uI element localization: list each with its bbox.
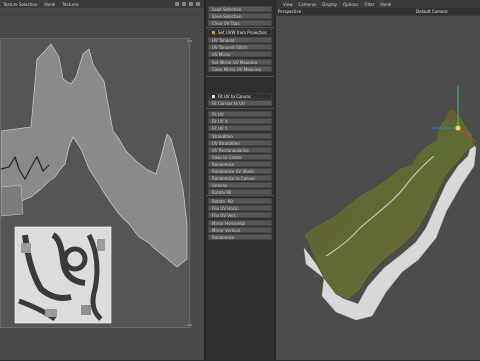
command-item-label: UV Tangent: [212, 37, 235, 43]
uv-tile-pattern-2: [45, 309, 57, 317]
command-item-label: Randomize: [212, 161, 235, 167]
command-item-label: Unwrap: [212, 182, 228, 188]
uv-menu-texture-selection[interactable]: Texture Selection: [3, 2, 37, 7]
uv-tile-pattern-1: [21, 243, 31, 253]
command-item[interactable]: UV Mirror: [208, 51, 272, 57]
viewport-3d-area[interactable]: [276, 16, 480, 360]
viewport-menubar: View Cameras Display Options Filter Pane…: [276, 0, 480, 8]
vp-menu-panel[interactable]: Panel: [380, 2, 391, 7]
uv-tile-pattern-3: [81, 305, 91, 315]
viewport-panel: View Cameras Display Options Filter Pane…: [276, 0, 480, 360]
command-item-label: Flip UV Horiz.: [212, 205, 239, 211]
command-item-label: Mirror Vertical: [212, 227, 241, 233]
command-item[interactable]: Fit Canvas to UV: [208, 100, 272, 106]
command-item-label: Flip UV Vert.: [212, 212, 237, 218]
command-item[interactable]: Fit UV X: [208, 118, 272, 124]
command-item-label: Rotate -90: [212, 198, 233, 204]
command-item[interactable]: Clear Mirror UV Mapping: [208, 66, 272, 72]
command-item[interactable]: Randomize: [208, 234, 272, 240]
command-separator: [206, 108, 274, 109]
vp-menu-options[interactable]: Options: [343, 2, 358, 7]
command-item-label: Clear Mirror UV Mapping: [212, 66, 261, 72]
command-item-label: Randomize UV Shells: [212, 168, 255, 174]
command-item-label: UV Tangent Stitch: [212, 44, 248, 50]
command-item[interactable]: Straighten: [208, 133, 272, 139]
command-item[interactable]: Randomize: [208, 161, 272, 167]
fit-icon: [212, 94, 215, 98]
viewport-mode-label: Perspective: [278, 9, 302, 14]
command-separator: [206, 76, 274, 77]
command-item-label: Fit Canvas to UV: [212, 100, 245, 106]
uv-menu-panel[interactable]: Panel: [44, 2, 55, 7]
vp-menu-display[interactable]: Display: [322, 2, 337, 7]
maximize-icon[interactable]: [196, 2, 200, 6]
command-separator: [206, 195, 274, 196]
command-item[interactable]: Fit UV to Canvas: [208, 93, 272, 99]
command-item-label: Clear UV Tags: [212, 20, 240, 26]
command-item-label: Set Mirror UV Mapping: [212, 59, 257, 65]
command-item-label: Fit UV Y: [212, 125, 228, 131]
command-item[interactable]: Flip UV Vert.: [208, 212, 272, 218]
terrain-top-knob: [443, 107, 459, 121]
command-item-label: Fit UV X: [212, 118, 228, 124]
command-item[interactable]: Set UVW from Projection: [208, 29, 272, 35]
command-item-label: Fit UV to Canvas: [218, 93, 251, 99]
uv-menu-textures[interactable]: Textures: [62, 2, 79, 7]
command-item-label: Fit UV: [212, 111, 224, 117]
command-item-label: Randomize to Canvas: [212, 175, 256, 181]
move-icon[interactable]: [175, 2, 179, 6]
command-separator: [206, 27, 274, 28]
command-item[interactable]: UV Tangent Stitch: [208, 44, 272, 50]
command-item-label: Straighten: [212, 133, 233, 139]
uv-layout-graphic: [0, 43, 188, 324]
command-item[interactable]: Randomize UV Shells: [208, 168, 272, 174]
command-item-label: Rotate 90: [212, 189, 232, 195]
command-item[interactable]: Save Selection: [208, 13, 272, 19]
command-item[interactable]: UV Tangent: [208, 37, 272, 43]
vp-menu-cameras[interactable]: Cameras: [299, 2, 317, 7]
command-item[interactable]: Randomize to Canvas: [208, 175, 272, 181]
uv-ruler-top-label: 1.0: [187, 39, 192, 43]
command-item-label: Align to Center: [212, 154, 243, 160]
command-item-label: Load Selection: [212, 6, 242, 12]
uv-canvas[interactable]: [0, 38, 190, 328]
uv-ruler-bottom-label: 1.0: [187, 323, 192, 327]
command-item[interactable]: Mirror Vertical: [208, 227, 272, 233]
uv-tile-pattern-4: [97, 239, 105, 251]
command-item[interactable]: Load Selection: [208, 6, 272, 12]
command-item-label: Mirror Horizontal: [212, 220, 246, 226]
command-item-label: Save Selection: [212, 13, 242, 19]
gizmo-center: [455, 125, 461, 131]
command-item[interactable]: Align to Center: [208, 154, 272, 160]
command-item[interactable]: Flip UV Horiz.: [208, 205, 272, 211]
command-item-label: UV Rectangularize: [212, 147, 249, 153]
viewport-header: Perspective Default Camera: [276, 8, 480, 15]
terrain-model-graphic: [303, 86, 477, 321]
command-item[interactable]: Rotate -90: [208, 198, 272, 204]
command-item[interactable]: UV Straighten: [208, 140, 272, 146]
uv-editor-panel: Texture Selection Panel Textures 1.0 1.0: [0, 0, 205, 360]
vp-menu-view[interactable]: View: [283, 2, 293, 7]
vp-menu-filter[interactable]: Filter: [364, 2, 374, 7]
command-item-label: UV Straighten: [212, 140, 240, 146]
zoom-icon[interactable]: [182, 2, 186, 6]
command-item[interactable]: Clear UV Tags: [208, 20, 272, 26]
command-item[interactable]: Fit UV Y: [208, 125, 272, 131]
star-icon: [212, 30, 215, 34]
uv-shell-left-block: [0, 184, 24, 217]
command-item-label: UV Mirror: [212, 51, 231, 57]
command-item[interactable]: UV Rectangularize: [208, 147, 272, 153]
frame-icon[interactable]: [189, 2, 193, 6]
command-item[interactable]: Fit UV: [208, 111, 272, 117]
uv-toolbar-icons: [175, 2, 200, 6]
uv-menubar: Texture Selection Panel Textures: [0, 0, 204, 8]
command-item[interactable]: Mirror Horizontal: [208, 220, 272, 226]
uv-toolbar: [0, 10, 204, 32]
command-item-label: Randomize: [212, 234, 235, 240]
uv-command-panel: Load Selection Save Selection Clear UV Tag…: [206, 0, 274, 360]
command-item[interactable]: Unwrap: [208, 182, 272, 188]
viewport-camera-label[interactable]: Default Camera: [416, 9, 448, 14]
command-item-label: Set UVW from Projection: [218, 29, 268, 35]
command-item[interactable]: Set Mirror UV Mapping: [208, 59, 272, 65]
